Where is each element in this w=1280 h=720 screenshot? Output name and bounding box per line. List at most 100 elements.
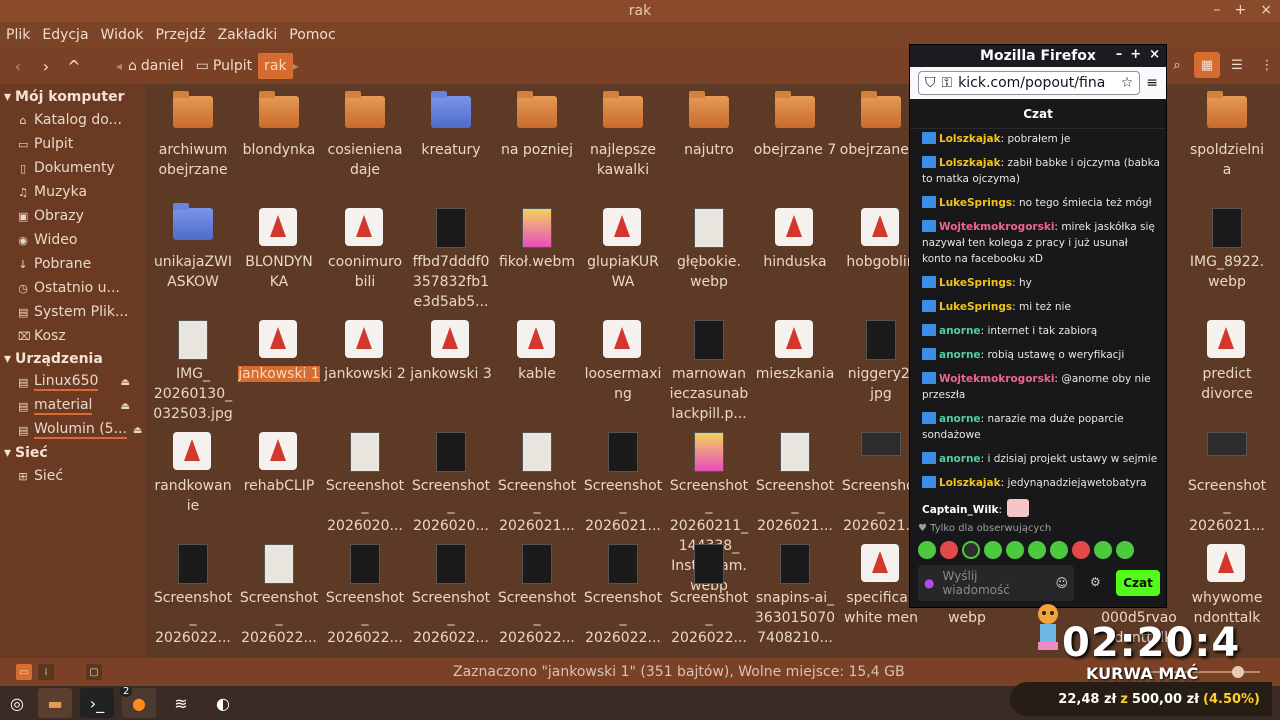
sidebar-item-volume[interactable]: ▤ Wolumin (5... ⏏ (0, 418, 146, 442)
chat-username[interactable]: anorne (939, 413, 981, 425)
list-view-button[interactable]: ☰ (1224, 52, 1250, 78)
file-item[interactable]: archiwum obejrzane (150, 84, 236, 180)
chat-username[interactable]: Captain_Wilk (922, 504, 999, 516)
hide-sidebar-button[interactable]: ▢ (86, 664, 102, 680)
sidebar-item-recent[interactable]: ◷ Ostatnio u... (0, 276, 146, 300)
file-item[interactable]: na pozniej (494, 84, 580, 160)
file-item[interactable]: hinduska (752, 196, 838, 272)
icon-view-button[interactable]: ▦ (1194, 52, 1220, 78)
file-item[interactable]: Screenshot _ 2026022... (408, 532, 494, 648)
file-item[interactable]: Screenshot _ 2026022... (580, 532, 666, 648)
sidebar-item-trash[interactable]: ⌧ Kosz (0, 324, 146, 348)
close-button[interactable]: × (1149, 47, 1160, 62)
compact-view-button[interactable]: ⋮ (1254, 52, 1280, 78)
chat-username[interactable]: Wojtekmokrogorski (939, 221, 1054, 233)
emote-icon[interactable] (1050, 541, 1068, 559)
file-item[interactable]: Screenshot _ 2026022... (236, 532, 322, 648)
taskbar-terminal-app[interactable]: ›_ (80, 688, 114, 718)
chat-username[interactable]: anorne (939, 453, 981, 465)
crumb-desktop[interactable]: ▭ Pulpit (190, 53, 258, 79)
file-item[interactable]: Screenshot _ 2026022... (150, 532, 236, 648)
file-item[interactable]: blondynka (236, 84, 322, 160)
up-button[interactable]: ^ (62, 54, 86, 78)
url-input[interactable]: ⛉ ⚿ kick.com/popout/fina ☆ (918, 71, 1141, 95)
file-item[interactable]: rehabCLIP (236, 420, 322, 496)
chat-username[interactable]: LukeSprings (939, 197, 1012, 209)
file-item[interactable]: Screenshot _ 2026022... (322, 532, 408, 648)
file-item[interactable]: najutro (666, 84, 752, 160)
menu-go[interactable]: Przejdź (156, 27, 206, 43)
file-item[interactable]: marnowan ieczasunab lackpill.p... (666, 308, 752, 424)
menu-mint-icon[interactable]: ◎ (4, 688, 30, 718)
zoom-slider-knob[interactable] (1232, 666, 1244, 678)
chat-username[interactable]: Wojtekmokrogorski (939, 373, 1054, 385)
sidebar-item-videos[interactable]: ◉ Wideo (0, 228, 146, 252)
file-item[interactable]: fikoł.webm (494, 196, 580, 272)
crumb-home[interactable]: ⌂ daniel (122, 53, 190, 79)
emote-icon[interactable] (940, 541, 958, 559)
menu-bookmarks[interactable]: Zakładki (218, 27, 278, 43)
sidebar-item-filesystem[interactable]: ▤ System Plik... (0, 300, 146, 324)
sidebar-section-devices[interactable]: ▾ Urządzenia (0, 348, 146, 370)
file-item[interactable]: whywome ndonttalk (1184, 532, 1270, 628)
tree-toggle-button[interactable]: ⁞ (38, 664, 54, 680)
chat-username[interactable]: Lolszkajak (939, 133, 1001, 145)
sidebar-item-pictures[interactable]: ▣ Obrazy (0, 204, 146, 228)
file-item[interactable]: glupiaKUR WA (580, 196, 666, 292)
forward-button[interactable]: › (34, 54, 58, 78)
file-item[interactable]: Screenshot _ 2026021... (752, 420, 838, 536)
sidebar-item-downloads[interactable]: ↓ Pobrane (0, 252, 146, 276)
sidebar-item-material[interactable]: ▤ material ⏏ (0, 394, 146, 418)
emote-icon[interactable] (918, 541, 936, 559)
places-toggle-button[interactable]: ▭ (16, 664, 32, 680)
back-button[interactable]: ‹ (6, 54, 30, 78)
maximize-button[interactable]: + (1235, 2, 1247, 18)
file-item[interactable]: obejrzane 7 (752, 84, 838, 160)
crumb-next-icon[interactable]: ▸ (293, 59, 299, 73)
file-item[interactable]: kable (494, 308, 580, 384)
maximize-button[interactable]: + (1130, 47, 1141, 62)
minimize-button[interactable]: – (1116, 47, 1123, 62)
file-item[interactable]: Screenshot _ 2026022... (666, 532, 752, 648)
chat-username[interactable]: anorne (939, 325, 981, 337)
file-item[interactable]: Screenshot _ 2026021... (1184, 420, 1270, 536)
emote-icon[interactable] (1094, 541, 1112, 559)
taskbar-firefox-app[interactable]: 2 ● (120, 686, 156, 718)
emoji-icon[interactable]: ☺ (1055, 576, 1068, 590)
emote-icon[interactable] (984, 541, 1002, 559)
sidebar-section-network[interactable]: ▾ Sieć (0, 442, 146, 464)
file-item[interactable]: BLONDYN KA (236, 196, 322, 292)
emote-icon[interactable] (962, 541, 980, 559)
sidebar-item-music[interactable]: ♫ Muzyka (0, 180, 146, 204)
file-item[interactable]: jankowski 3 (408, 308, 494, 384)
emote-icon[interactable] (1006, 541, 1024, 559)
eject-icon[interactable]: ⏏ (133, 425, 142, 436)
file-item[interactable]: Screenshot _ 2026020... (408, 420, 494, 536)
file-item[interactable]: IMG_8922. webp (1184, 196, 1270, 292)
emote-icon[interactable] (1116, 541, 1134, 559)
menu-view[interactable]: Widok (101, 27, 144, 43)
crumb-current[interactable]: rak (258, 53, 293, 79)
emote-icon[interactable] (1028, 541, 1046, 559)
menu-help[interactable]: Pomoc (289, 27, 335, 43)
file-item[interactable]: coonimuro bili (322, 196, 408, 292)
file-item[interactable]: cosieniena daje (322, 84, 408, 180)
file-item[interactable]: Screenshot _ 2026021... (494, 420, 580, 536)
sidebar-item-network[interactable]: ⊞ Sieć (0, 464, 146, 488)
file-item[interactable]: Screenshot _ 2026022... (494, 532, 580, 648)
file-item[interactable]: spoldzielni a (1184, 84, 1270, 180)
taskbar-obs-app[interactable]: ◐ (206, 688, 240, 718)
emote-icon[interactable] (1072, 541, 1090, 559)
file-item[interactable]: ffbd7dddf0 357832fb1 e3d5ab5... (408, 196, 494, 312)
file-item[interactable]: kreatury (408, 84, 494, 160)
file-item[interactable]: randkowan ie (150, 420, 236, 516)
mic-icon[interactable]: ● (924, 576, 934, 590)
chat-input[interactable]: ● Wyślij wiadomość ☺ (918, 565, 1074, 601)
menu-edit[interactable]: Edycja (42, 27, 88, 43)
file-item[interactable]: loosermaxi ng (580, 308, 666, 404)
file-item[interactable]: najlepsze kawalki (580, 84, 666, 180)
eject-icon[interactable]: ⏏ (121, 377, 130, 388)
sidebar-item-desktop[interactable]: ▭ Pulpit (0, 132, 146, 156)
eject-icon[interactable]: ⏏ (121, 401, 130, 412)
chat-username[interactable]: LukeSprings (939, 277, 1012, 289)
